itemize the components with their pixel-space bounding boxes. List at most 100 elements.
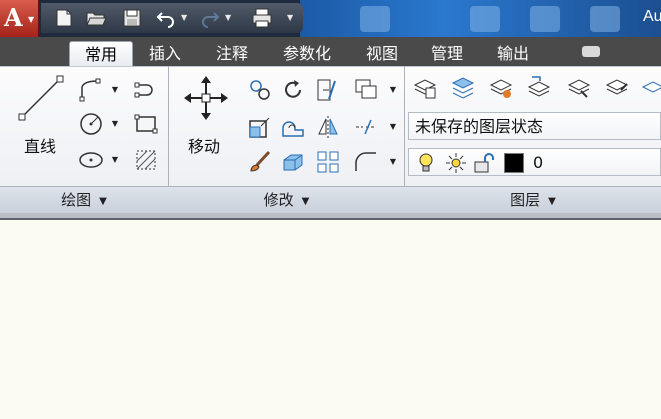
copy-button[interactable] [247,77,273,103]
chevron-down-icon: ▼ [548,196,556,207]
scale-button[interactable] [247,114,273,140]
offset-button[interactable] [280,149,306,175]
draw-order-icon [355,79,377,99]
layer-match-icon [567,79,591,98]
layer-walk-icon [605,79,629,95]
new-file-icon [56,9,72,27]
offset-icon [283,154,303,171]
tab-parametric[interactable]: 参数化 [273,41,341,66]
application-menu-button[interactable]: A ▼ [0,0,39,37]
customize-qat-icon[interactable]: ▼ [287,13,295,23]
trim-icon [317,79,336,101]
layer-freeze-button[interactable] [640,75,661,101]
ribbon-panel-area: 直线 ▼ ▼ ▼ 移动 ▼ ▼ ▼ 未保存的图层状态 0 [0,66,661,187]
quick-access-toolbar: ▼ ▼ ▼ [41,3,303,33]
undo-icon [156,12,174,28]
polyline-button[interactable] [78,77,104,103]
layer-properties-button[interactable] [412,75,438,101]
layer-dropdown[interactable]: 0 [408,148,661,176]
tab-insert[interactable]: 插入 [139,41,191,66]
ellipse-button[interactable] [78,147,104,173]
polyline-icon [79,78,101,102]
tab-output[interactable]: 输出 [487,41,539,66]
fillet-dropdown-icon[interactable]: ▼ [388,151,398,173]
fillet-icon [355,152,376,171]
layer-state-icon [451,77,475,99]
plot-button[interactable] [251,7,273,29]
modify-panel-label: 修改 [263,191,294,209]
tab-view[interactable]: 视图 [356,41,408,66]
open-file-button[interactable] [85,7,107,29]
layers-panel-title[interactable]: 图层 ▼ [405,187,661,214]
rectangle-button[interactable] [133,111,159,137]
layer-isolate-icon [489,79,513,98]
polyline-dropdown-icon[interactable]: ▼ [110,79,120,101]
hatch-button[interactable] [133,147,159,173]
save-button[interactable] [121,7,143,29]
layer-walk-button[interactable] [604,75,630,101]
layer-state-dropdown[interactable]: 未保存的图层状态 [408,112,661,140]
layer-isolate-button[interactable] [488,75,514,101]
erase-button[interactable] [247,149,273,175]
layers-panel-label: 图层 [510,191,541,209]
draw-panel-title[interactable]: 绘图 ▼ [0,187,168,214]
rotate-button[interactable] [280,77,306,103]
chevron-down-icon: ▼ [99,196,107,207]
draw-order-dropdown-icon[interactable]: ▼ [388,79,398,101]
line-label: 直线 [24,137,57,156]
ellipse-dropdown-icon[interactable]: ▼ [110,149,120,171]
folder-open-icon [86,12,107,26]
new-file-button[interactable] [53,7,75,29]
modify-panel-title[interactable]: 修改 ▼ [169,187,404,214]
tab-manage[interactable]: 管理 [421,41,473,66]
explode-button[interactable] [353,114,379,140]
chevron-down-icon: ▼ [301,196,310,207]
explode-dropdown-icon[interactable]: ▼ [388,116,398,138]
move-button[interactable] [183,75,229,121]
hatch-icon [136,150,156,170]
redo-dropdown-icon[interactable]: ▼ [225,13,233,23]
drawing-area[interactable] [0,220,661,419]
circle-dropdown-icon[interactable]: ▼ [110,113,120,135]
layer-freeze-icon [641,81,661,93]
undo-dropdown-icon[interactable]: ▼ [181,13,189,23]
fillet-button[interactable] [353,149,379,175]
lightbulb-icon[interactable] [417,153,435,173]
arc-button[interactable] [133,77,159,103]
panel-titles-bar: 绘图 ▼ 修改 ▼ 图层 ▼ [0,186,661,214]
rectangle-icon [134,114,158,134]
stretch-button[interactable] [280,114,306,140]
layer-previous-icon [527,76,551,97]
tab-home[interactable]: 常用 [69,41,133,67]
undo-button[interactable] [155,7,177,29]
layer-match-button[interactable] [566,75,592,101]
layer-previous-button[interactable] [526,75,552,101]
draw-order-button[interactable] [353,77,379,103]
array-button[interactable] [315,149,341,175]
circle-button[interactable] [78,111,104,137]
stretch-icon [282,121,304,137]
trim-button[interactable] [315,77,341,103]
spline-icon [134,82,153,98]
minimize-ribbon-button[interactable] [582,46,600,57]
layer-color-swatch[interactable] [504,153,524,173]
unlock-icon[interactable] [473,152,495,174]
tab-annotate[interactable]: 注释 [206,41,258,66]
move-icon [184,76,228,120]
chevron-down-icon: ▼ [28,15,35,24]
redo-button[interactable] [199,7,221,29]
layer-state-button[interactable] [450,75,476,101]
background-tile [360,6,390,32]
array-icon [317,151,339,173]
mirror-button[interactable] [315,114,341,140]
sun-icon[interactable] [445,152,467,174]
brush-icon [250,150,271,172]
background-tile [530,6,560,32]
line-icon [18,75,64,121]
line-button[interactable] [18,75,64,121]
ribbon-tabs: 常用 插入 注释 参数化 视图 管理 输出 [0,37,661,67]
save-icon [123,9,141,27]
title-bar: A ▼ ▼ ▼ ▼ Au [0,0,661,37]
background-tile [470,6,500,32]
autocad-logo-icon: A [4,3,23,32]
